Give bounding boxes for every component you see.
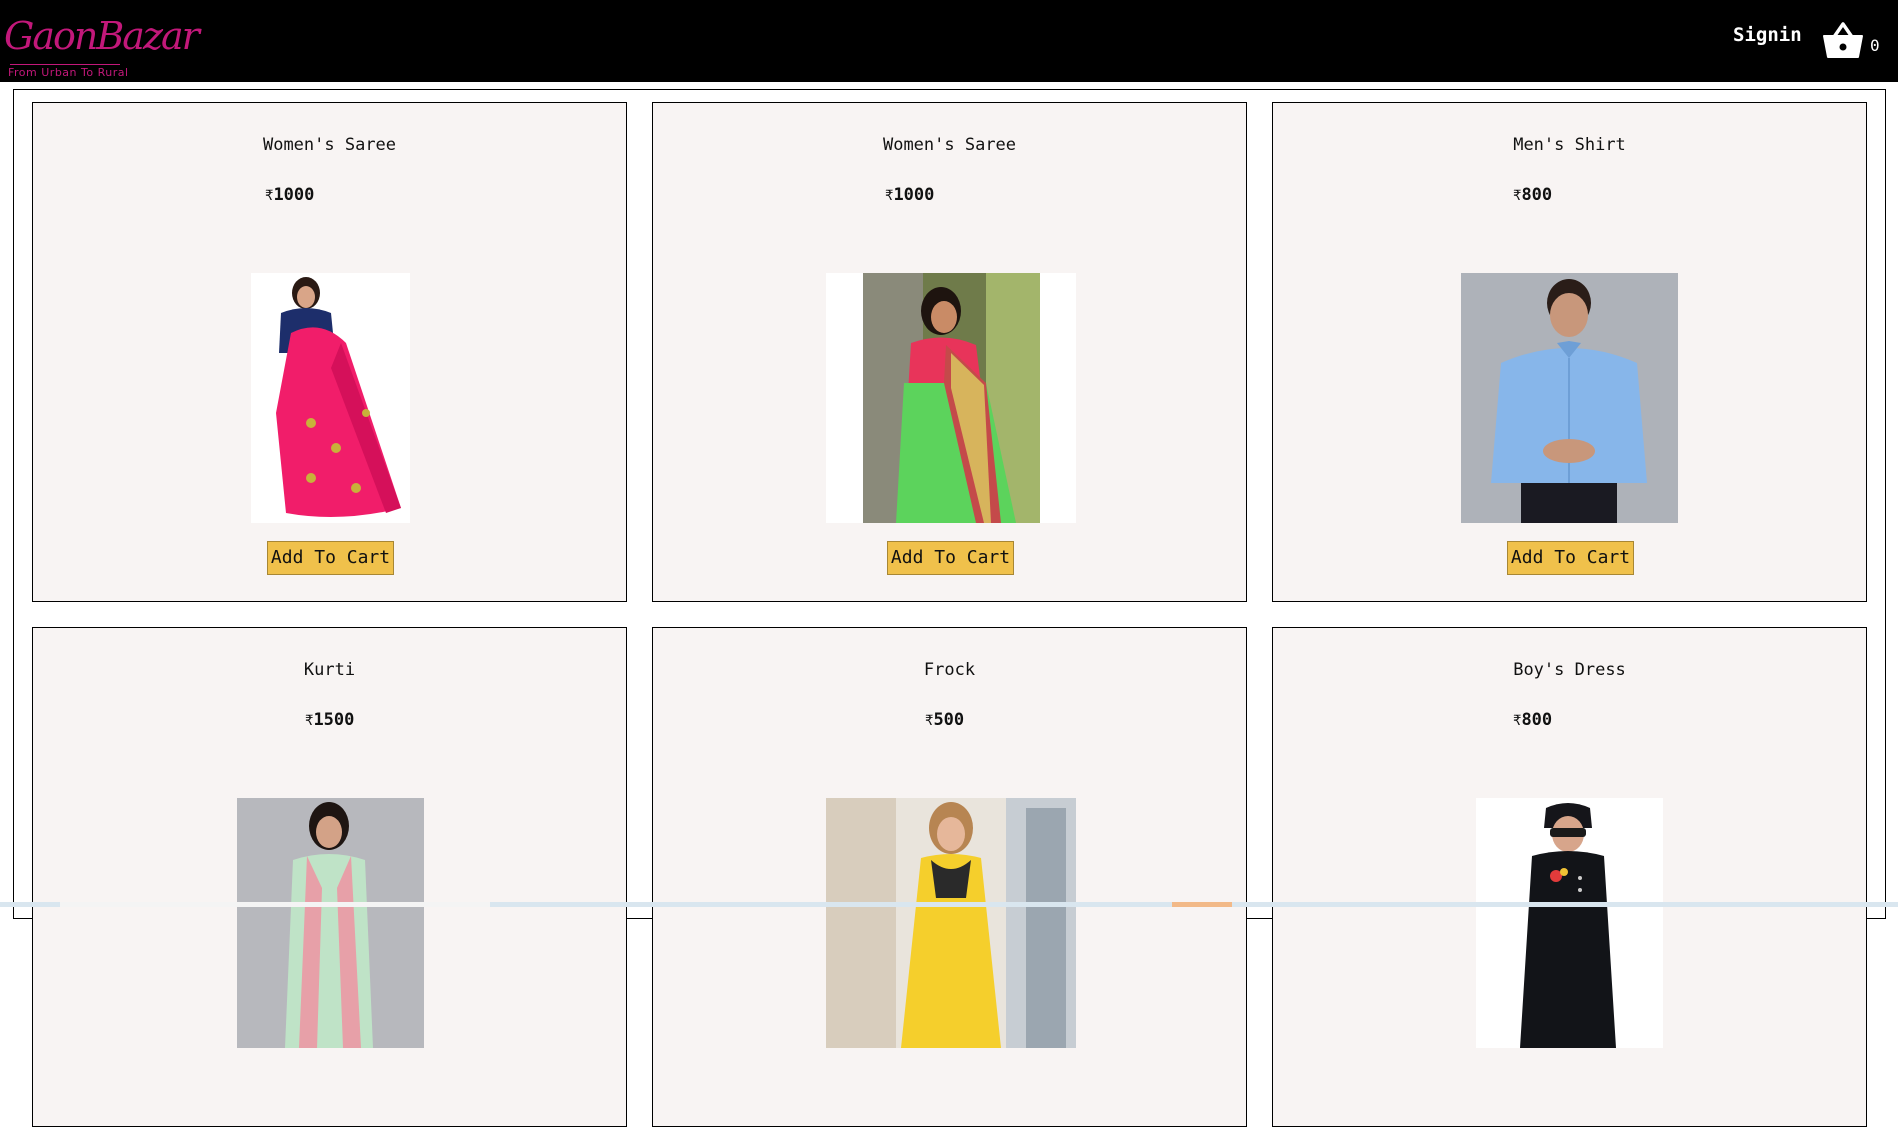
product-grid: Women's Saree ₹1000 Add To Cart Women's … (13, 89, 1886, 1127)
cart-count-badge: 0 (1870, 36, 1880, 55)
add-to-cart-button[interactable]: Add To Cart (1507, 541, 1634, 575)
kurti-image[interactable] (237, 798, 424, 1048)
product-card: Men's Shirt ₹800 Add To Cart (1272, 102, 1867, 602)
product-name: Men's Shirt (1513, 135, 1626, 155)
add-to-cart-button[interactable]: Add To Cart (887, 541, 1014, 575)
green-saree-image[interactable] (826, 273, 1076, 523)
logo-text: GaonBazar (4, 14, 200, 58)
product-card: Boy's Dress ₹800 (1272, 627, 1867, 1127)
product-price: ₹800 (1513, 185, 1553, 205)
logo-tagline: From Urban To Rural (8, 66, 129, 79)
product-card: Kurti ₹1500 (32, 627, 627, 1127)
scrollbar-segment (1172, 902, 1232, 907)
blue-shirt-image[interactable] (1461, 273, 1678, 523)
add-to-cart-button[interactable]: Add To Cart (267, 541, 394, 575)
product-price: ₹800 (1513, 710, 1553, 730)
logo-divider (10, 64, 120, 65)
pink-saree-image[interactable] (251, 273, 410, 523)
basket-icon (1823, 22, 1863, 58)
cart-button[interactable]: 0 (1818, 20, 1882, 64)
product-price: ₹500 (925, 710, 965, 730)
horizontal-scrollbar[interactable] (0, 902, 1898, 907)
top-navbar: GaonBazar From Urban To Rural Signin 0 (0, 0, 1898, 82)
product-card: Women's Saree ₹1000 Add To Cart (32, 102, 627, 602)
product-price: ₹1000 (265, 185, 315, 205)
product-price: ₹1500 (305, 710, 355, 730)
frock-image[interactable] (826, 798, 1076, 1048)
product-card: Women's Saree ₹1000 Add To Cart (652, 102, 1247, 602)
brand-logo[interactable]: GaonBazar From Urban To Rural (2, 14, 200, 80)
product-name: Boy's Dress (1513, 660, 1626, 680)
scrollbar-segment (60, 902, 490, 907)
product-price: ₹1000 (885, 185, 935, 205)
product-name: Women's Saree (882, 135, 1017, 155)
signin-link[interactable]: Signin (1733, 24, 1802, 46)
product-name: Women's Saree (262, 135, 397, 155)
product-card: Frock ₹500 (652, 627, 1247, 1127)
product-name: Kurti (303, 660, 356, 680)
boys-dress-image[interactable] (1476, 798, 1663, 1048)
product-name: Frock (923, 660, 976, 680)
